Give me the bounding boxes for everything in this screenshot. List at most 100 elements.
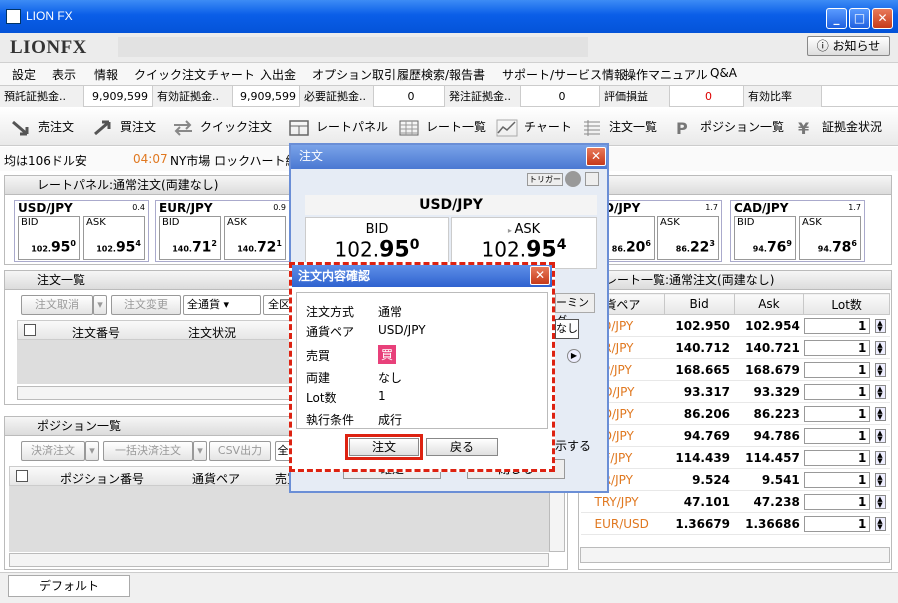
rate-row-lot[interactable]: 1 ▲ ▼ <box>803 468 890 491</box>
rate-row-lot[interactable]: 1 ▲ ▼ <box>803 446 890 469</box>
lot-spinner-icon[interactable]: ▲ ▼ <box>874 319 886 333</box>
ask-box[interactable]: ASK 102.954 <box>83 216 145 260</box>
lot-input[interactable]: 1 <box>804 449 871 466</box>
menu-chart[interactable]: チャート <box>207 66 255 83</box>
pin-icon[interactable] <box>585 172 599 186</box>
rate-row[interactable]: ZD/JPY 86.206 86.223 1 ▲ ▼ <box>580 402 890 425</box>
rate-row-ask[interactable]: 168.679 <box>734 358 804 381</box>
workspace-tab[interactable]: デフォルト <box>8 575 130 597</box>
lot-input[interactable]: 1 <box>804 361 871 378</box>
lot-spinner-icon[interactable]: ▲ ▼ <box>874 429 886 443</box>
rate-row[interactable]: UD/JPY 93.317 93.329 1 ▲ ▼ <box>580 380 890 403</box>
lot-input[interactable]: 1 <box>804 383 871 400</box>
buy-order-button[interactable]: 買注文 <box>92 118 156 137</box>
trigger-button[interactable]: トリガー <box>527 173 563 186</box>
rate-list-button[interactable]: レート一覧 <box>398 118 486 137</box>
minimize-button[interactable]: _ <box>826 8 847 29</box>
lot-spinner-icon[interactable]: ▲ ▼ <box>874 495 886 509</box>
hedge-select[interactable]: なし <box>555 319 579 339</box>
rate-row[interactable]: BP/JPY 168.665 168.679 1 ▲ ▼ <box>580 358 890 381</box>
settle-dropdown[interactable]: ▾ <box>85 441 99 461</box>
menu-view[interactable]: 表示 <box>52 66 76 83</box>
order-list-scrollbar[interactable] <box>17 386 295 400</box>
menu-deposit[interactable]: 入出金 <box>260 66 296 83</box>
sell-order-button[interactable]: 売注文 <box>10 118 74 137</box>
rate-row-ask[interactable]: 94.786 <box>734 424 804 447</box>
rate-row-lot[interactable]: 1 ▲ ▼ <box>803 380 890 403</box>
confirm-close-icon[interactable]: ✕ <box>530 266 550 285</box>
lot-spinner-icon[interactable]: ▲ ▼ <box>874 517 886 531</box>
lot-input[interactable]: 1 <box>804 339 871 356</box>
bulk-settle-button[interactable]: 一括決済注文 <box>103 441 193 461</box>
rate-row[interactable]: SD/JPY 102.950 102.954 1 ▲ ▼ <box>580 314 890 337</box>
rate-row[interactable]: TRY/JPY 47.101 47.238 1 ▲ ▼ <box>580 490 890 513</box>
bid-box[interactable]: BID 140.712 <box>159 216 221 260</box>
rate-row-ask[interactable]: 86.223 <box>734 402 804 425</box>
menu-quick-order[interactable]: クイック注文 <box>134 66 206 83</box>
rate-row-lot[interactable]: 1 ▲ ▼ <box>803 424 890 447</box>
position-hscrollbar[interactable] <box>9 553 549 567</box>
menu-settings[interactable]: 設定 <box>12 66 36 83</box>
select-all-checkbox[interactable] <box>24 324 36 336</box>
rate-row-bid[interactable]: 94.769 <box>664 424 735 447</box>
rate-row-ask[interactable]: 9.541 <box>734 468 804 491</box>
lot-spinner-icon[interactable]: ▲ ▼ <box>874 385 886 399</box>
lot-input[interactable]: 1 <box>804 493 871 510</box>
rate-row-ask[interactable]: 1.36686 <box>734 512 804 535</box>
rate-row-ask[interactable]: 114.457 <box>734 446 804 469</box>
rate-row-bid[interactable]: 47.101 <box>664 490 735 513</box>
margin-status-button[interactable]: ¥ 証拠金状況 <box>794 118 882 137</box>
change-order-button[interactable]: 注文変更 <box>111 295 181 315</box>
lot-spinner-icon[interactable]: ▲ ▼ <box>874 363 886 377</box>
position-vscrollbar[interactable] <box>549 486 565 552</box>
quick-order-button[interactable]: クイック注文 <box>172 118 272 137</box>
rate-list-hscrollbar[interactable] <box>580 547 890 563</box>
menu-manual[interactable]: 操作マニュアル <box>624 66 708 83</box>
ask-box[interactable]: ASK 140.721 <box>224 216 286 260</box>
rate-row-bid[interactable]: 168.665 <box>664 358 735 381</box>
order-list-button[interactable]: 注文一覧 <box>581 118 657 137</box>
csv-export-button[interactable]: CSV出力 <box>209 441 271 461</box>
lot-input[interactable]: 1 <box>804 515 871 532</box>
rate-row-lot[interactable]: 1 ▲ ▼ <box>803 358 890 381</box>
lot-spinner-icon[interactable]: ▲ ▼ <box>874 473 886 487</box>
show-option[interactable]: 示する <box>555 437 591 454</box>
rate-row-lot[interactable]: 1 ▲ ▼ <box>803 512 890 535</box>
submit-order-button[interactable]: 注文 <box>349 438 419 456</box>
rate-row[interactable]: EUR/USD 1.36679 1.36686 1 ▲ ▼ <box>580 512 890 535</box>
menu-qa[interactable]: Q&A <box>710 66 737 80</box>
ask-box[interactable]: ASK 94.786 <box>799 216 861 260</box>
rate-row-bid[interactable]: 140.712 <box>664 336 735 359</box>
bid-box[interactable]: 86.206 <box>603 216 655 260</box>
rate-row-bid[interactable]: 93.317 <box>664 380 735 403</box>
rate-row[interactable]: HF/JPY 114.439 114.457 1 ▲ ▼ <box>580 446 890 469</box>
bid-box[interactable]: BID 102.950 <box>18 216 80 260</box>
bulk-dropdown[interactable]: ▾ <box>193 441 207 461</box>
order-dialog-close-icon[interactable]: ✕ <box>586 147 606 166</box>
rate-row[interactable]: UR/JPY 140.712 140.721 1 ▲ ▼ <box>580 336 890 359</box>
settle-order-button[interactable]: 決済注文 <box>21 441 85 461</box>
rate-row-lot[interactable]: 1 ▲ ▼ <box>803 336 890 359</box>
chart-button[interactable]: チャート <box>496 118 572 137</box>
lot-input[interactable]: 1 <box>804 471 871 488</box>
rate-row-lot[interactable]: 1 ▲ ▼ <box>803 314 890 337</box>
ask-box[interactable]: ASK 86.223 <box>657 216 719 260</box>
timing-tab[interactable]: ーミング <box>555 293 595 327</box>
menu-info[interactable]: 情報 <box>94 66 118 83</box>
notice-button[interactable]: ⓘ お知らせ <box>807 36 890 56</box>
play-icon[interactable]: ▶ <box>567 349 581 363</box>
lot-spinner-icon[interactable]: ▲ ▼ <box>874 407 886 421</box>
rate-card[interactable]: USD/JPY 0.4 BID 102.950 ASK 102.954 <box>14 200 149 262</box>
menu-support[interactable]: サポート/サービス情報 <box>502 66 626 83</box>
rate-row-bid[interactable]: 102.950 <box>664 314 735 337</box>
rate-row[interactable]: AD/JPY 94.769 94.786 1 ▲ ▼ <box>580 424 890 447</box>
rate-row-lot[interactable]: 1 ▲ ▼ <box>803 402 890 425</box>
lot-input[interactable]: 1 <box>804 317 871 334</box>
rate-row-lot[interactable]: 1 ▲ ▼ <box>803 490 890 513</box>
lot-spinner-icon[interactable]: ▲ ▼ <box>874 451 886 465</box>
rate-row-bid[interactable]: 86.206 <box>664 402 735 425</box>
maximize-button[interactable]: □ <box>849 8 870 29</box>
lot-input[interactable]: 1 <box>804 427 871 444</box>
rate-row-ask[interactable]: 47.238 <box>734 490 804 513</box>
menu-options[interactable]: オプション取引 <box>312 66 396 83</box>
